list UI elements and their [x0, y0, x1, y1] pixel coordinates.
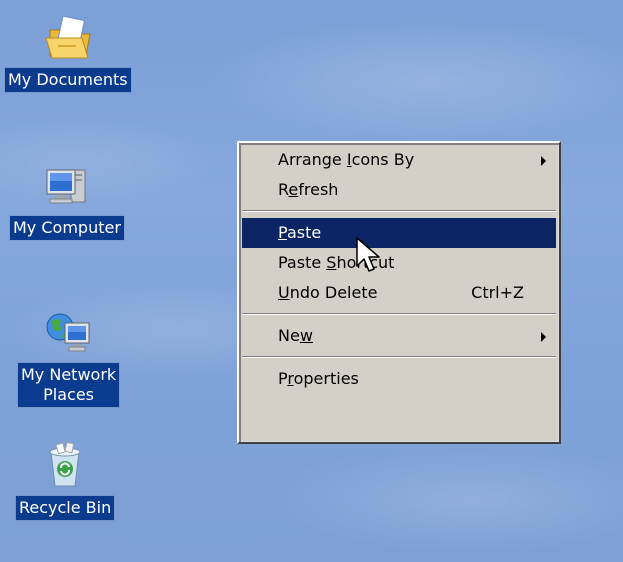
menu-label-text: fresh — [298, 180, 339, 199]
desktop-icon-my-network-places[interactable]: My Network Places — [18, 307, 120, 407]
desktop-icon-label: My Network Places — [18, 363, 120, 407]
desktop[interactable]: My Documents My Computer My Network Plac — [0, 0, 623, 562]
menu-item-label: New — [278, 326, 313, 345]
menu-separator — [242, 313, 556, 315]
menu-item-label: Properties — [278, 369, 359, 388]
menu-label-mnemonic: e — [288, 180, 299, 199]
menu-label-mnemonic: S — [326, 253, 337, 272]
menu-label-text: cons By — [351, 150, 415, 169]
menu-item-label: Arrange Icons By — [278, 150, 414, 169]
menu-item-undo-delete[interactable]: Undo Delete Ctrl+Z — [242, 278, 556, 308]
menu-separator — [242, 210, 556, 212]
menu-label-mnemonic: w — [299, 326, 313, 345]
menu-item-arrange-icons-by[interactable]: Arrange Icons By — [242, 145, 556, 175]
computer-icon — [46, 169, 86, 204]
menu-item-label: Refresh — [278, 180, 338, 199]
folder-documents-icon — [45, 15, 91, 59]
menu-label-text: Ne — [278, 326, 300, 345]
desktop-icon-my-computer[interactable]: My Computer — [10, 160, 124, 240]
submenu-arrow-icon — [541, 156, 546, 166]
desktop-context-menu: Arrange Icons By Refresh Paste Paste Sho… — [237, 141, 561, 444]
menu-item-paste-shortcut[interactable]: Paste Shortcut — [242, 248, 556, 278]
menu-label-text: P — [278, 369, 288, 388]
menu-item-label: Paste Shortcut — [278, 253, 394, 272]
submenu-arrow-icon — [541, 332, 546, 342]
desktop-icon-recycle-bin[interactable]: Recycle Bin — [16, 440, 115, 520]
menu-item-refresh[interactable]: Refresh — [242, 175, 556, 205]
menu-label-text: operties — [293, 369, 359, 388]
menu-item-label: Paste — [278, 223, 321, 242]
menu-label-mnemonic: P — [278, 223, 287, 242]
desktop-icon-label: Recycle Bin — [16, 496, 115, 520]
menu-label-text: hortcut — [336, 253, 395, 272]
menu-separator — [242, 356, 556, 358]
menu-item-shortcut: Ctrl+Z — [471, 283, 524, 302]
desktop-icon-my-documents[interactable]: My Documents — [5, 12, 131, 92]
menu-item-new[interactable]: New — [242, 321, 556, 351]
menu-label-text: aste — [286, 223, 322, 242]
menu-item-paste[interactable]: Paste — [242, 218, 556, 248]
menu-label-text: Arrange — [278, 150, 347, 169]
network-places-icon — [46, 313, 90, 352]
menu-label-mnemonic: U — [278, 283, 290, 302]
menu-item-properties[interactable]: Properties — [242, 364, 556, 394]
desktop-icon-label: My Computer — [10, 216, 124, 240]
recycle-bin-icon — [49, 441, 81, 487]
menu-label-text: ndo Delete — [289, 283, 378, 302]
menu-label-text: Paste — [278, 253, 327, 272]
menu-item-label: Undo Delete — [278, 283, 377, 302]
menu-label-text: R — [278, 180, 289, 199]
desktop-icon-label: My Documents — [5, 68, 131, 92]
